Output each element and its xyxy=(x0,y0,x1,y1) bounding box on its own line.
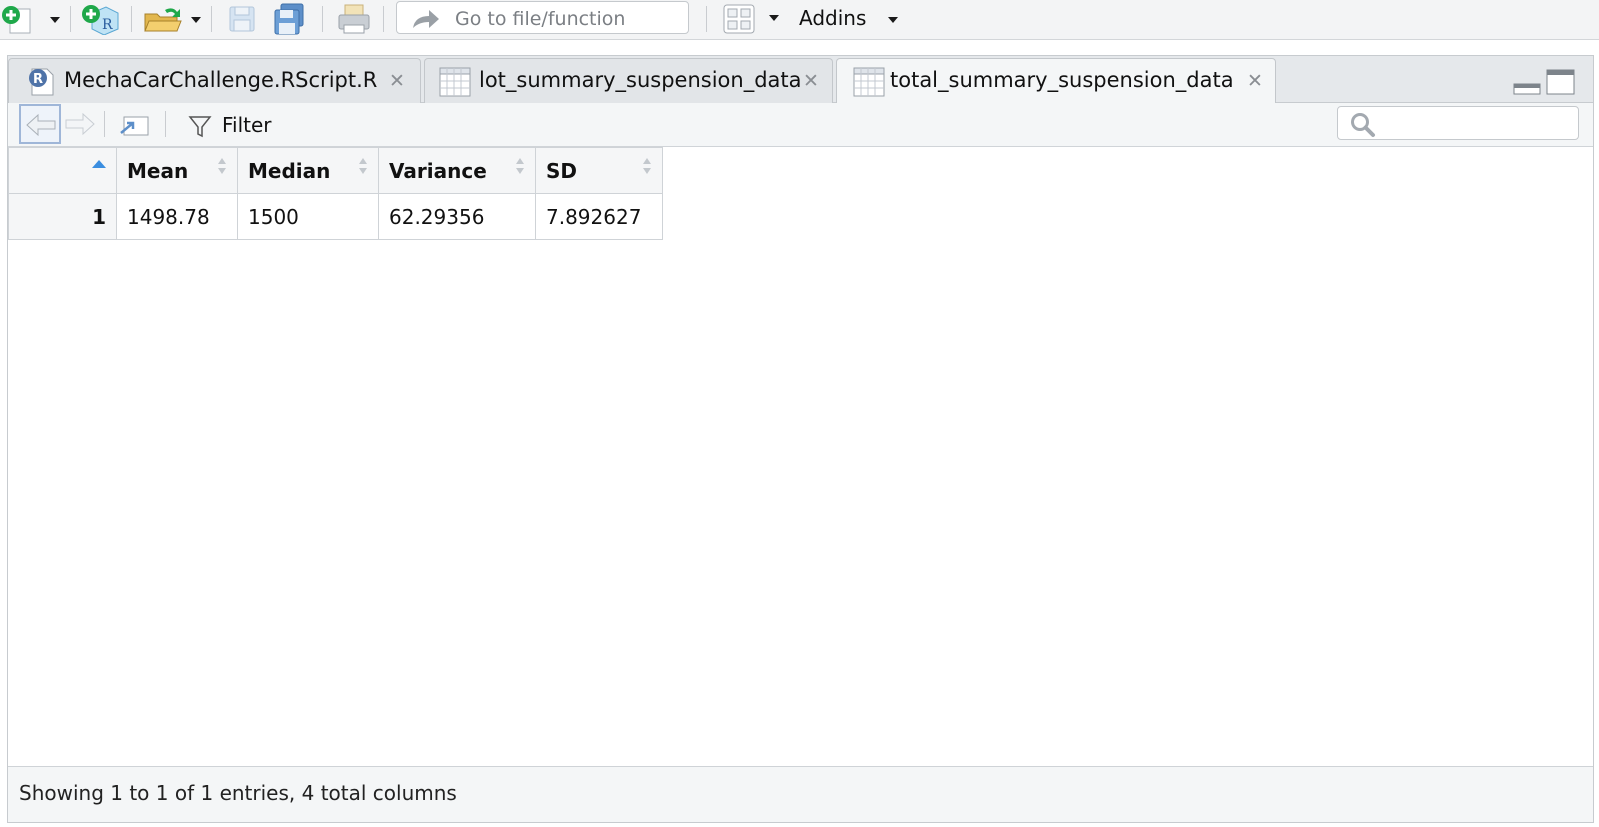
open-file-button[interactable] xyxy=(143,4,185,34)
tab-bar: R MechaCarChallenge.RScript.R ✕ lot_summ… xyxy=(8,56,1593,104)
table-icon xyxy=(439,67,471,97)
go-to-placeholder: Go to file/function xyxy=(455,8,626,30)
pane-layout-button[interactable] xyxy=(723,4,755,34)
grid-layout-icon xyxy=(723,4,755,34)
forward-arrow-icon xyxy=(65,112,95,136)
save-all-button[interactable] xyxy=(273,3,307,35)
filter-icon[interactable] xyxy=(188,115,212,139)
forward-button[interactable] xyxy=(62,111,96,137)
source-pane: R MechaCarChallenge.RScript.R ✕ lot_summ… xyxy=(7,55,1594,823)
viewer-toolbar: Filter xyxy=(8,103,1593,147)
separator xyxy=(706,6,707,32)
tab-label: MechaCarChallenge.RScript.R xyxy=(64,68,378,92)
main-toolbar: R Go to file/function Addins xyxy=(0,0,1599,40)
table-row: 1 1498.78 1500 62.29356 7.892627 xyxy=(8,193,663,240)
print-button[interactable] xyxy=(337,3,371,35)
save-button[interactable] xyxy=(228,5,258,33)
column-header-label: Median xyxy=(248,158,331,183)
row-number-header[interactable] xyxy=(8,147,117,194)
new-project-button[interactable]: R xyxy=(80,3,122,36)
data-grid: Mean Median Variance SD 1 1498.78 1500 6… xyxy=(8,147,663,240)
new-file-icon xyxy=(2,6,31,34)
maximize-pane-button[interactable] xyxy=(1546,68,1576,96)
close-tab-icon[interactable]: ✕ xyxy=(1247,70,1263,92)
new-file-dropdown-caret[interactable] xyxy=(50,17,60,23)
back-button[interactable] xyxy=(19,104,61,144)
tab-label: total_summary_suspension_data xyxy=(890,68,1234,92)
addins-dropdown-caret[interactable] xyxy=(888,17,898,23)
column-header-label: Variance xyxy=(389,158,487,183)
tab-lot-summary[interactable]: lot_summary_suspension_data ✕ xyxy=(424,58,833,103)
column-header-label: SD xyxy=(546,158,578,183)
table-cell: 7.892627 xyxy=(535,193,663,240)
new-file-button[interactable] xyxy=(0,4,38,34)
column-header-median[interactable]: Median xyxy=(237,147,379,194)
pane-layout-dropdown-caret[interactable] xyxy=(769,15,779,21)
table-cell: 1500 xyxy=(237,193,379,240)
separator xyxy=(131,6,132,32)
separator xyxy=(211,6,212,32)
viewer-status-bar: Showing 1 to 1 of 1 entries, 4 total col… xyxy=(8,766,1593,822)
maximize-icon xyxy=(1546,69,1575,95)
save-all-icon xyxy=(274,3,304,35)
open-file-dropdown-caret[interactable] xyxy=(191,17,201,23)
close-tab-icon[interactable]: ✕ xyxy=(803,70,819,92)
separator xyxy=(104,111,105,137)
header-row: Mean Median Variance SD xyxy=(8,147,663,194)
go-to-arrow-icon xyxy=(413,10,439,28)
entries-status-text: Showing 1 to 1 of 1 entries, 4 total col… xyxy=(19,781,457,805)
column-header-label: Mean xyxy=(127,158,189,183)
back-arrow-icon xyxy=(26,113,56,137)
sort-ascending-icon xyxy=(92,160,106,168)
tab-label: lot_summary_suspension_data xyxy=(479,68,802,92)
table-cell: 1498.78 xyxy=(116,193,238,240)
table-icon xyxy=(853,67,885,97)
sort-icon xyxy=(359,158,367,174)
addins-menu[interactable]: Addins xyxy=(799,6,866,30)
new-project-icon: R xyxy=(82,5,119,36)
print-icon xyxy=(338,4,370,34)
separator xyxy=(165,111,166,137)
viewer-search-input[interactable] xyxy=(1337,106,1579,140)
r-script-icon: R xyxy=(29,68,54,96)
go-to-file-function-input[interactable]: Go to file/function xyxy=(396,1,689,34)
column-header-variance[interactable]: Variance xyxy=(378,147,536,194)
separator xyxy=(70,6,71,32)
svg-text:R: R xyxy=(33,72,43,87)
column-header-sd[interactable]: SD xyxy=(535,147,663,194)
row-number: 1 xyxy=(8,193,117,240)
tab-mechacar-rscript[interactable]: R MechaCarChallenge.RScript.R ✕ xyxy=(8,58,421,103)
open-folder-icon xyxy=(144,8,182,32)
column-header-mean[interactable]: Mean xyxy=(116,147,238,194)
sort-icon xyxy=(516,158,524,174)
svg-text:R: R xyxy=(102,17,113,33)
minimize-pane-button[interactable] xyxy=(1513,74,1541,96)
sort-icon xyxy=(643,158,651,174)
show-in-new-window-button[interactable] xyxy=(118,111,152,139)
separator xyxy=(383,6,384,32)
popout-window-icon xyxy=(120,116,149,136)
search-icon xyxy=(1351,113,1375,137)
close-tab-icon[interactable]: ✕ xyxy=(389,70,405,92)
sort-icon xyxy=(218,158,226,174)
table-cell: 62.29356 xyxy=(378,193,536,240)
minimize-icon xyxy=(1513,83,1541,95)
tab-total-summary[interactable]: total_summary_suspension_data ✕ xyxy=(836,58,1276,104)
separator xyxy=(322,6,323,32)
save-icon xyxy=(229,6,255,32)
filter-button[interactable]: Filter xyxy=(222,113,272,137)
